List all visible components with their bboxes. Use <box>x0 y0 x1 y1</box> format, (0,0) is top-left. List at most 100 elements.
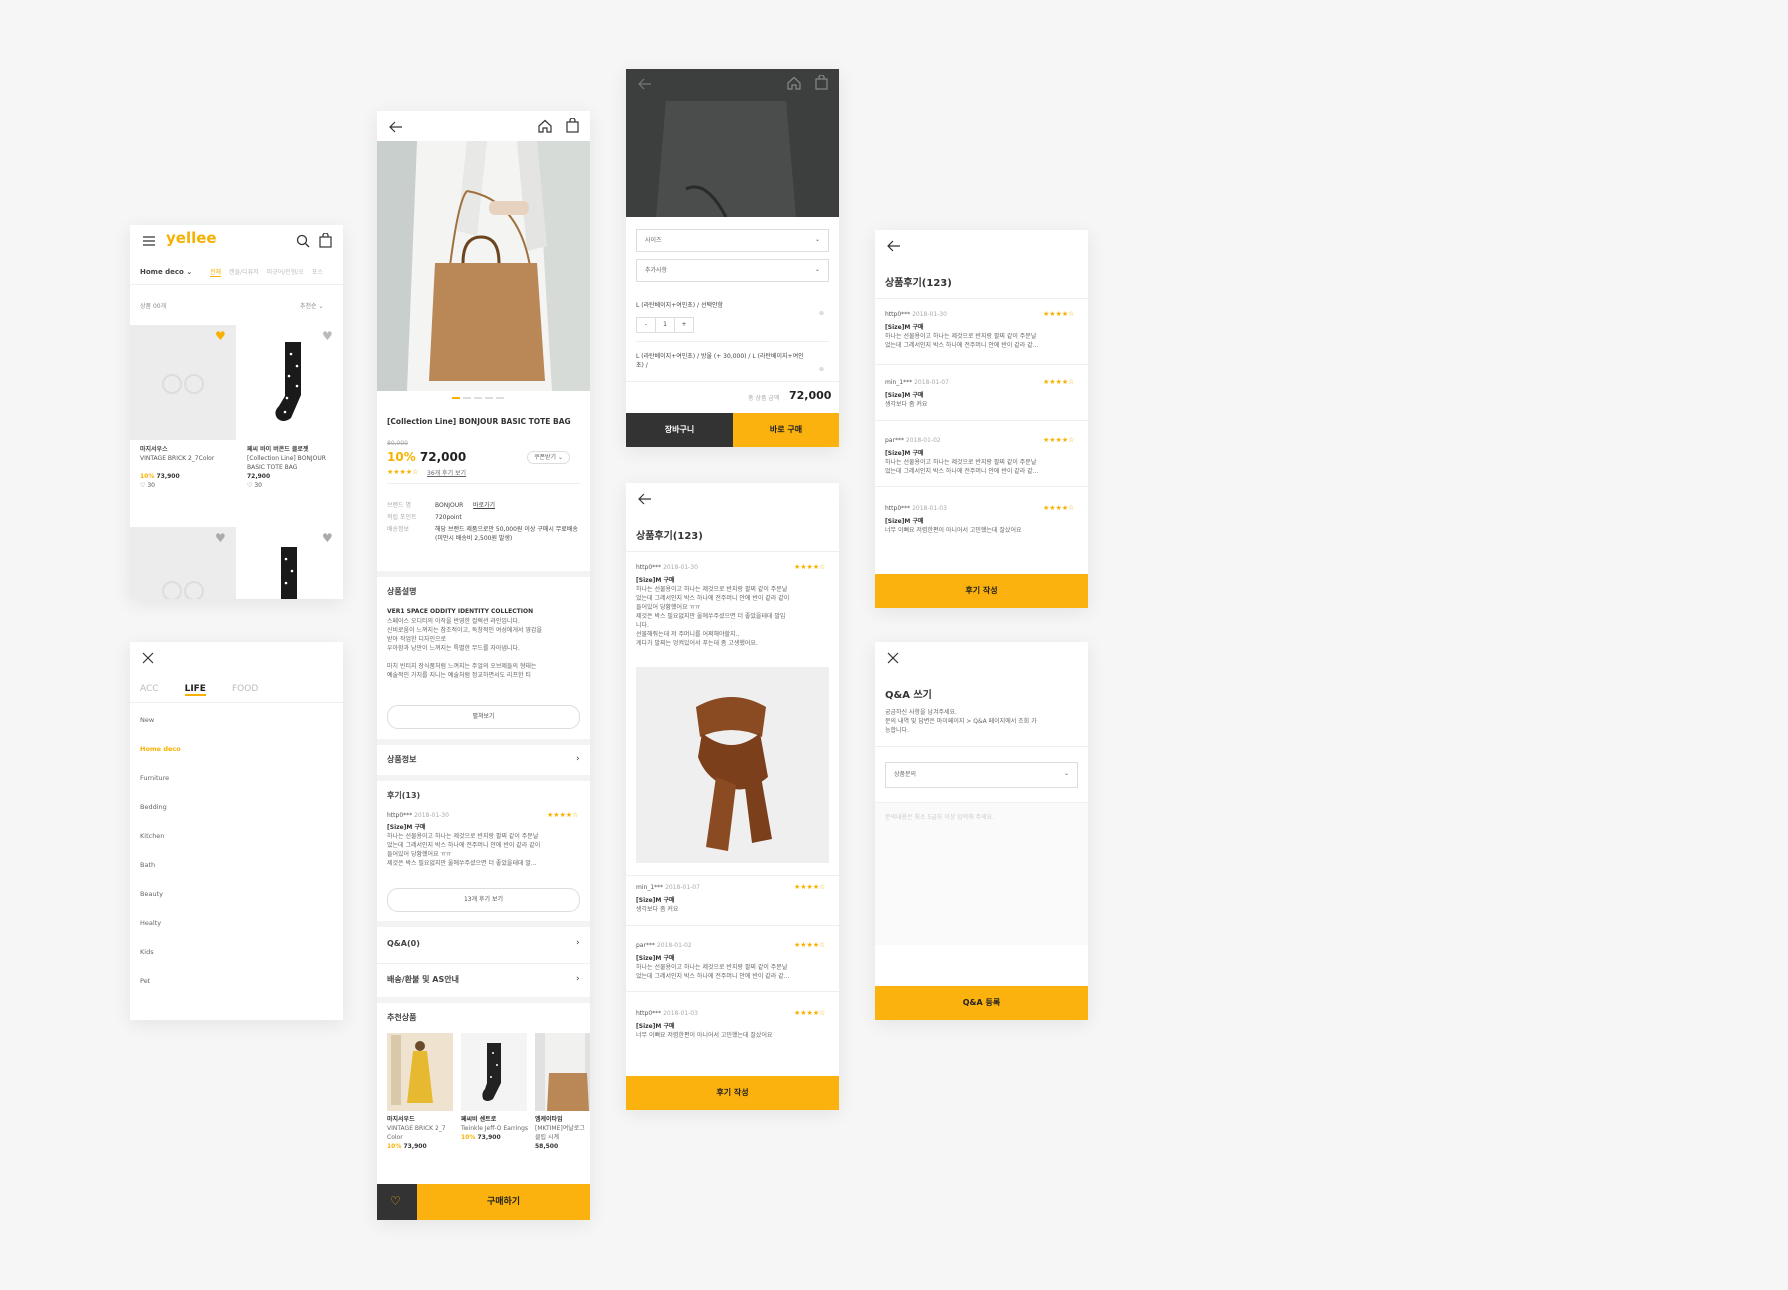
close-icon[interactable] <box>887 652 899 664</box>
recommend-image[interactable] <box>461 1033 527 1111</box>
write-review-button[interactable]: 후기 작성 <box>875 574 1088 608</box>
product-hero-image[interactable] <box>377 141 590 391</box>
review-photo[interactable] <box>636 667 829 863</box>
menu-item-healty[interactable]: Healty <box>140 919 181 948</box>
bag-icon[interactable] <box>566 118 579 133</box>
qa-desc-line: 능합니다. <box>885 727 909 734</box>
menu-item-pet[interactable]: Pet <box>140 977 181 1006</box>
heart-icon[interactable]: ♥ <box>322 329 333 343</box>
heart-icon[interactable]: ♥ <box>215 531 226 545</box>
menu-item-new[interactable]: New <box>140 716 181 745</box>
sort-dropdown[interactable]: 추천순 ⌄ <box>300 302 324 311</box>
addon-select[interactable]: 추가사항 ⌄ <box>636 259 829 282</box>
tab-food[interactable]: FOOD <box>232 684 258 696</box>
back-arrow-icon[interactable] <box>638 78 652 90</box>
hamburger-icon[interactable] <box>142 235 156 247</box>
logo[interactable]: yellee <box>166 229 217 247</box>
total-label: 총 상품 금액 <box>748 395 780 402</box>
bag-icon[interactable] <box>815 75 828 90</box>
menu-item-furniture[interactable]: Furniture <box>140 774 181 803</box>
home-icon[interactable] <box>787 76 801 90</box>
recommend-image[interactable] <box>535 1033 590 1111</box>
buy-now-button[interactable]: 바로 구매 <box>733 413 839 447</box>
section-divider <box>377 997 590 1003</box>
menu-item-kids[interactable]: Kids <box>140 948 181 977</box>
coupon-button[interactable]: 쿠폰받기 ⌄ <box>527 451 571 464</box>
buy-button[interactable]: 구매하기 <box>417 1184 590 1220</box>
qa-type-select[interactable]: 상품문의 ⌄ <box>885 762 1078 788</box>
close-icon[interactable] <box>142 652 154 664</box>
menu-item-beauty[interactable]: Beauty <box>140 890 181 919</box>
wishlist-button[interactable]: ♡ <box>377 1184 417 1220</box>
bag-icon[interactable] <box>319 233 332 248</box>
earring-image <box>162 581 204 599</box>
brand-value: BONJOUR <box>435 502 464 509</box>
tab-all[interactable]: 전체 <box>210 267 222 277</box>
quantity-stepper[interactable]: - 1 + <box>636 317 694 333</box>
pager-dot[interactable] <box>485 397 493 399</box>
menu-item-bath[interactable]: Bath <box>140 861 181 890</box>
category-dropdown[interactable]: Home deco ⌄ <box>140 267 192 277</box>
review-stars: ★★★★☆ <box>1043 378 1075 386</box>
qty-plus[interactable]: + <box>675 318 693 332</box>
qty-minus[interactable]: - <box>637 318 655 332</box>
review-line: 었는데 그레서인지 박스 하나에 전주머니 안에 반이 같라 같이 <box>387 842 541 849</box>
back-arrow-icon[interactable] <box>887 240 901 252</box>
home-icon[interactable] <box>538 119 552 133</box>
recommend-card[interactable]: 엠케이타임 [MKTIME]여날로그 클립 시계 58,500 <box>535 1115 590 1151</box>
cart-button[interactable]: 장바구니 <box>626 413 733 447</box>
pager-dot[interactable] <box>474 397 482 399</box>
back-arrow-icon[interactable] <box>389 121 403 133</box>
divider <box>875 486 1088 487</box>
qa-submit-button[interactable]: Q&A 등록 <box>875 986 1088 1020</box>
recommend-card[interactable]: 페씨비 센트로 Twinkle Jeff-O Earrings 10% 73,9… <box>461 1115 531 1142</box>
tab-poster[interactable]: 포스 <box>312 267 323 277</box>
menu-item-kitchen[interactable]: Kitchen <box>140 832 181 861</box>
heart-icon[interactable]: ♥ <box>215 329 226 343</box>
all-reviews-button[interactable]: 13개 후기 보기 <box>387 888 580 912</box>
brand-link[interactable]: 바로가기 <box>473 501 495 510</box>
remove-option-icon[interactable]: ⊗ <box>819 365 824 374</box>
review-stars: ★★★★☆ <box>794 1009 826 1017</box>
review-meta: http0*** 2018-01-03 <box>636 1009 698 1018</box>
size-select[interactable]: 사이즈 ⌄ <box>636 229 829 252</box>
qa-row[interactable]: Q&A(0) <box>387 939 420 949</box>
like-count: 30 <box>147 482 155 489</box>
image-pager-dots <box>452 397 504 399</box>
menu-tabs: ACC LIFE FOOD <box>140 684 258 696</box>
back-arrow-icon[interactable] <box>638 493 652 505</box>
qa-textarea[interactable]: 문의내용은 최소 5글자 이상 입력해 주세요. <box>875 802 1088 945</box>
coupon-label: 쿠폰받기 <box>534 454 557 461</box>
review-body: 하나는 선물용이고 하나는 제것으로 반지랑 팔찌 같이 주문날 었는데 그레서… <box>885 332 1080 350</box>
product-card[interactable]: 페씨 바이 버콘드 클로젯 [Collection Line] BONJOUR … <box>247 445 337 490</box>
menu-item-bedding[interactable]: Bedding <box>140 803 181 832</box>
tab-acc[interactable]: ACC <box>140 684 159 696</box>
review-meta: par*** 2018-01-02 <box>885 436 941 445</box>
review-line: 너무 이뻐요 저렴한편이 아니어서 고민했는데 잘샀어요 <box>636 1032 773 1039</box>
review-link[interactable]: 36개 후기 보기 <box>427 469 466 478</box>
remove-option-icon[interactable]: ⊗ <box>819 309 824 318</box>
shipping-row[interactable]: 배송/환불 및 AS안내 <box>387 975 459 985</box>
desc-line: 신비로움이 느껴지는 참조적이고, 독창적인 여성에게서 영감을 <box>387 627 542 634</box>
rec-brand: 마지서우드 <box>387 1116 415 1123</box>
recommend-image[interactable] <box>387 1033 453 1111</box>
qty-value: 1 <box>655 318 675 332</box>
review-date: 2018-01-30 <box>414 812 449 819</box>
tab-figure[interactable]: 피규어/인형/오 <box>267 267 304 277</box>
tab-candle[interactable]: 캔들/디퓨저 <box>229 267 259 277</box>
pager-dot[interactable] <box>496 397 504 399</box>
expand-button[interactable]: 펼쳐보기 <box>387 705 580 729</box>
qa-desc-line: 문의 내역 및 답변은 마이페이지 > Q&A 페이지에서 조회 가 <box>885 718 1037 725</box>
write-review-button[interactable]: 후기 작성 <box>626 1076 839 1110</box>
tab-life[interactable]: LIFE <box>184 684 206 696</box>
heart-icon[interactable]: ♥ <box>322 531 333 545</box>
review-stars: ★★★★☆ <box>794 883 826 891</box>
pager-dot[interactable] <box>463 397 471 399</box>
menu-item-home-deco[interactable]: Home deco <box>140 745 181 774</box>
product-info-row[interactable]: 상품정보 <box>387 755 416 765</box>
recommend-card[interactable]: 마지서우드 VINTAGE BRICK 2_7 Color 10% 73,900 <box>387 1115 457 1151</box>
product-card[interactable]: 마지서우스 VINTAGE BRICK 2_7Color 10% 73,900 … <box>140 445 230 490</box>
product-brand: 페씨 바이 버콘드 클로젯 <box>247 446 309 453</box>
search-icon[interactable] <box>296 234 310 248</box>
pager-dot[interactable] <box>452 397 460 399</box>
